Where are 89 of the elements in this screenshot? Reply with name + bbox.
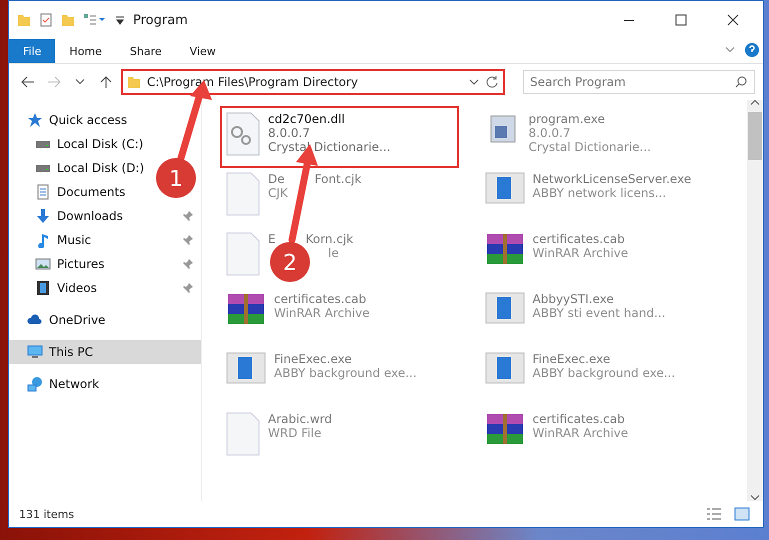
sidebar-item[interactable]: Videos	[9, 276, 201, 300]
maximize-icon	[675, 14, 687, 26]
file-detail: ABBY network licens...	[532, 186, 666, 200]
search-icon	[735, 76, 747, 88]
folder-icon	[61, 13, 75, 27]
sidebar-item[interactable]: This PC	[9, 340, 201, 364]
file-name: NetworkLicenseServer.exe	[532, 172, 692, 186]
sidebar-item[interactable]: Music	[9, 228, 201, 252]
drive-icon	[35, 140, 51, 148]
file-name: Arabic.wrd	[268, 412, 332, 426]
file-detail: CJK	[268, 186, 288, 200]
file-name: AbbyySTI.exe	[532, 292, 614, 306]
file-name: De	[268, 172, 285, 186]
callout-badge: 1	[156, 158, 196, 198]
file-detail: WinRAR Archive	[532, 246, 628, 260]
picture-icon	[35, 256, 51, 272]
folder-icon	[17, 13, 31, 27]
dropdown-chevron-icon	[469, 78, 479, 86]
gear-file-icon	[226, 112, 260, 156]
file-detail: 8.0.0.7	[528, 126, 570, 140]
callout-badge: 2	[270, 242, 310, 282]
sidebar-item[interactable]: Local Disk (D:)	[9, 156, 152, 180]
chevron-down-icon	[725, 47, 735, 53]
file-name: certificates.cab	[532, 412, 625, 426]
help-icon	[744, 42, 760, 58]
film-icon	[35, 280, 51, 296]
sidebar-item[interactable]: Quick access	[9, 108, 136, 132]
star-icon	[27, 112, 43, 128]
properties-icon	[83, 13, 107, 27]
chevron-down-icon	[75, 79, 85, 85]
file-detail: WinRAR Archive	[274, 306, 370, 320]
refresh-icon	[485, 75, 499, 89]
file-name: certificates.cab	[274, 292, 366, 306]
item-count: 131 items	[19, 508, 76, 520]
file-detail: ABBY background exe...	[274, 366, 417, 380]
minimize-icon	[623, 18, 635, 22]
sidebar-item[interactable]: Network	[9, 372, 108, 396]
blank-file-icon	[226, 232, 260, 276]
sidebar-item[interactable]: Pictures	[9, 252, 201, 276]
up-arrow-icon	[100, 75, 112, 89]
drive-icon	[35, 164, 51, 172]
down-arrow-icon	[35, 208, 51, 224]
chevron-down-icon[interactable]	[750, 495, 760, 501]
window-app-icon	[226, 352, 266, 384]
list-icon	[706, 507, 722, 521]
window-app-icon	[484, 352, 524, 384]
left-arrow-icon	[21, 76, 35, 88]
file-detail: WRD File	[268, 426, 322, 440]
window-app-icon	[484, 292, 524, 324]
ribbon-tab[interactable]: View	[176, 39, 230, 63]
file-detail: Crystal Dictionarie...	[528, 140, 651, 154]
blank-file-icon	[226, 412, 260, 456]
file-detail: le	[328, 246, 339, 260]
ribbon-tab[interactable]: Share	[116, 39, 176, 63]
file-name: FineExec.exe	[532, 352, 610, 366]
monitor-icon	[27, 344, 43, 360]
ribbon-tab[interactable]: Home	[55, 39, 116, 63]
file-detail: 8.0.0.7	[268, 126, 310, 140]
close-icon	[727, 14, 739, 26]
right-arrow-icon	[47, 76, 61, 88]
scrollbar-track[interactable]	[747, 100, 763, 501]
sidebar-item[interactable]: OneDrive	[9, 308, 114, 332]
window-app-icon	[484, 172, 524, 204]
address-bar[interactable]: C:\Program Files\Program Directory	[121, 69, 505, 95]
file-detail: ABBY background exe...	[532, 366, 676, 380]
file-name: program.exe	[528, 112, 605, 126]
document-icon	[35, 184, 51, 200]
file-name: cd2c70en.dll	[268, 112, 345, 126]
sidebar-item[interactable]: Local Disk (C:)	[9, 132, 152, 156]
network-globe-icon	[27, 376, 43, 392]
folder-icon	[127, 75, 141, 89]
sidebar-item[interactable]: Downloads	[9, 204, 201, 228]
search-field[interactable]: Search Program	[523, 70, 755, 94]
music-note-icon	[35, 232, 51, 248]
chevron-up-icon[interactable]	[750, 100, 760, 106]
scrollbar-thumb[interactable]	[748, 112, 762, 160]
blank-file-icon	[226, 172, 260, 216]
file-detail: WinRAR Archive	[532, 426, 628, 440]
file-name: certificates.cab	[532, 232, 625, 246]
sidebar-item[interactable]: Documents	[9, 180, 134, 204]
picture-icon	[734, 507, 750, 521]
selected-file-tile[interactable]: cd2c70en.dll 8.0.0.7 Crystal Dictionarie...	[220, 106, 458, 168]
file-detail: ABBY sti event hand...	[532, 306, 666, 320]
file-name: Font.cjk	[314, 172, 362, 186]
checklist-icon	[39, 13, 53, 27]
file-detail: Crystal Dictionarie...	[268, 140, 390, 154]
ribbon-tab[interactable]: File	[9, 39, 56, 63]
file-name: FineExec.exe	[274, 352, 352, 366]
window-title: Program	[133, 12, 189, 28]
